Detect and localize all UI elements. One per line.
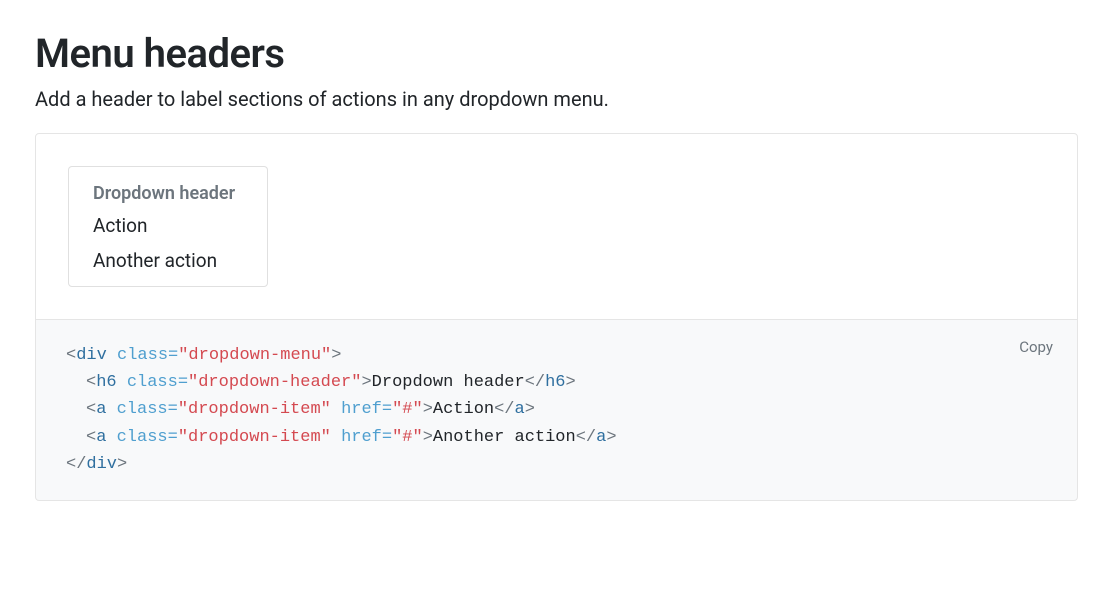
code-line-4: <a class="dropdown-item" href="#">Anothe… [66, 424, 1047, 451]
code-line-5: </div> [66, 451, 1047, 478]
copy-button[interactable]: Copy [1019, 338, 1053, 356]
code-line-2: <h6 class="dropdown-header">Dropdown hea… [66, 369, 1047, 396]
example-demo: Dropdown header Action Another action [36, 134, 1077, 319]
example-container: Dropdown header Action Another action [35, 133, 1078, 320]
code-line-1: <div class="dropdown-menu"> [66, 342, 1047, 369]
dropdown-header: Dropdown header [69, 175, 267, 208]
code-block: Copy <div class="dropdown-menu"> <h6 cla… [35, 320, 1078, 501]
code-line-3: <a class="dropdown-item" href="#">Action… [66, 396, 1047, 423]
dropdown-item-action[interactable]: Action [69, 208, 267, 243]
section-description: Add a header to label sections of action… [35, 87, 1078, 111]
dropdown-item-another-action[interactable]: Another action [69, 243, 267, 278]
dropdown-menu: Dropdown header Action Another action [68, 166, 268, 287]
section-title: Menu headers [35, 30, 1078, 77]
